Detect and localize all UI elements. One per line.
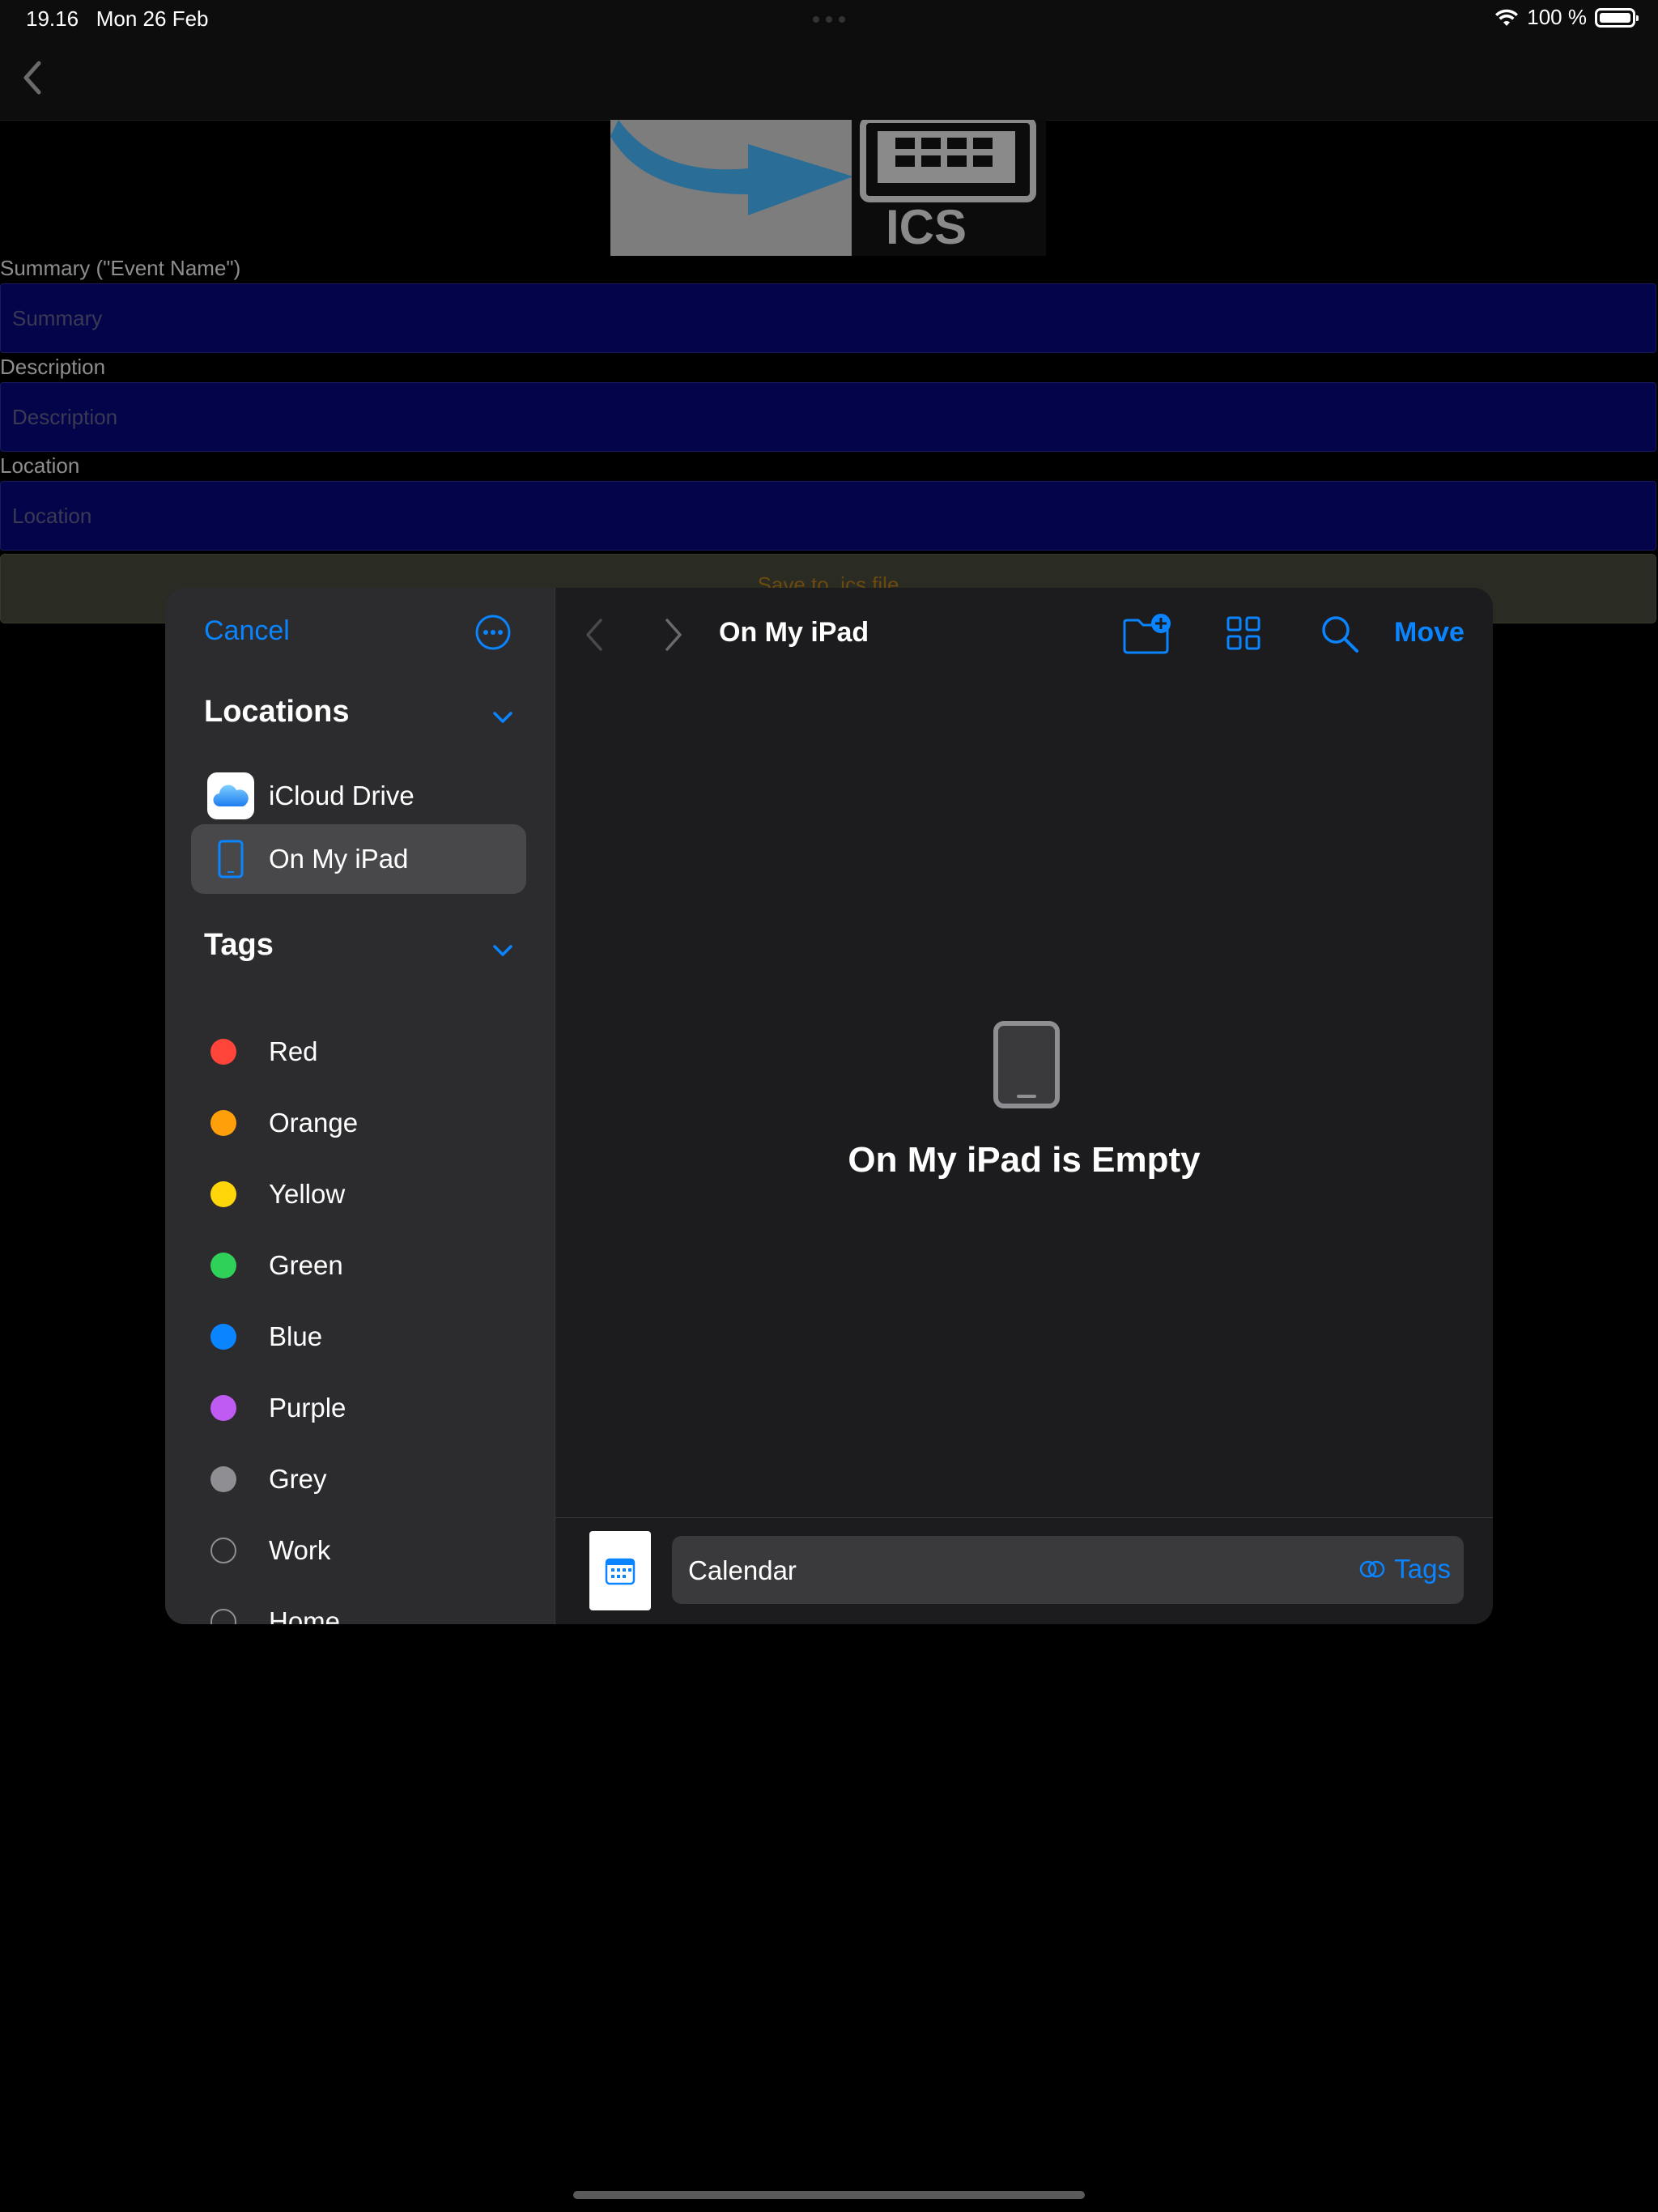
tag-color-dot-icon bbox=[210, 1181, 236, 1207]
browse-back-icon[interactable] bbox=[585, 617, 604, 653]
description-label: Description bbox=[0, 355, 106, 379]
tag-color-dot-icon bbox=[210, 1609, 236, 1624]
add-tags-button[interactable]: Tags bbox=[1358, 1554, 1451, 1585]
locations-header[interactable]: Locations bbox=[204, 695, 349, 730]
move-button[interactable]: Move bbox=[1394, 617, 1465, 649]
tag-color-dot-icon bbox=[210, 1324, 236, 1350]
location-label: Location bbox=[0, 453, 80, 478]
tag-color-dot-icon bbox=[210, 1253, 236, 1278]
status-indicators: 100 % bbox=[1494, 5, 1639, 30]
location-input[interactable]: Location bbox=[0, 481, 1656, 551]
icloud-drive-icon bbox=[207, 772, 254, 819]
tag-item-home[interactable]: Home bbox=[191, 1587, 526, 1624]
tag-item-blue[interactable]: Blue bbox=[191, 1302, 526, 1372]
tags-chevron-down-icon[interactable] bbox=[491, 942, 515, 959]
more-options-icon[interactable] bbox=[474, 614, 512, 651]
tag-label: Yellow bbox=[269, 1179, 346, 1209]
tag-color-dot-icon bbox=[210, 1538, 236, 1563]
clock-time: 19.16 bbox=[26, 6, 79, 31]
cancel-button[interactable]: Cancel bbox=[204, 615, 290, 647]
tags-header[interactable]: Tags bbox=[204, 928, 274, 963]
summary-label: Summary ("Event Name") bbox=[0, 256, 241, 280]
tag-item-grey[interactable]: Grey bbox=[191, 1444, 526, 1514]
locations-chevron-down-icon[interactable] bbox=[491, 709, 515, 725]
tag-color-dot-icon bbox=[210, 1466, 236, 1492]
search-icon[interactable] bbox=[1320, 614, 1360, 654]
header-image: ICS bbox=[610, 120, 1046, 256]
wifi-icon bbox=[1495, 9, 1519, 26]
file-picker-modal: Cancel Locations iCloud Drive On My iPad… bbox=[165, 588, 1493, 1624]
location-label: On My iPad bbox=[269, 844, 409, 874]
tag-item-green[interactable]: Green bbox=[191, 1231, 526, 1300]
tags-button-label: Tags bbox=[1394, 1554, 1451, 1584]
location-on-my-ipad[interactable]: On My iPad bbox=[191, 824, 526, 894]
tag-item-orange[interactable]: Orange bbox=[191, 1088, 526, 1158]
tag-color-dot-icon bbox=[210, 1039, 236, 1065]
location-placeholder: Location bbox=[12, 503, 92, 528]
tag-item-work[interactable]: Work bbox=[191, 1516, 526, 1585]
tag-item-red[interactable]: Red bbox=[191, 1017, 526, 1087]
tag-label: Blue bbox=[269, 1321, 323, 1351]
empty-folder-message: On My iPad is Empty bbox=[848, 1140, 1201, 1180]
back-chevron-icon[interactable] bbox=[15, 53, 50, 102]
status-time: 19.16 Mon 26 Feb bbox=[26, 6, 209, 32]
pane-title: On My iPad bbox=[719, 617, 869, 648]
tag-label: Orange bbox=[269, 1108, 359, 1138]
ipad-icon bbox=[218, 840, 244, 878]
ipad-empty-icon bbox=[993, 1021, 1060, 1108]
multitasking-dots-icon[interactable] bbox=[813, 16, 845, 23]
location-label: iCloud Drive bbox=[269, 781, 414, 810]
filename-value: Calendar bbox=[688, 1555, 797, 1585]
grid-view-icon[interactable] bbox=[1226, 615, 1261, 651]
tag-item-yellow[interactable]: Yellow bbox=[191, 1159, 526, 1229]
tag-label: Green bbox=[269, 1250, 343, 1280]
browse-forward-icon[interactable] bbox=[664, 617, 683, 653]
battery-icon bbox=[1595, 7, 1639, 28]
description-input[interactable]: Description bbox=[0, 382, 1656, 452]
save-bottom-bar: Calendar Tags bbox=[555, 1517, 1493, 1624]
tag-label: Work bbox=[269, 1535, 331, 1565]
battery-percent: 100 % bbox=[1527, 5, 1587, 29]
picker-sidebar: Cancel Locations iCloud Drive On My iPad… bbox=[165, 588, 555, 1624]
calendar-file-icon bbox=[605, 1558, 636, 1585]
new-folder-icon[interactable] bbox=[1122, 612, 1172, 656]
tag-color-dot-icon bbox=[210, 1395, 236, 1421]
tag-label: Purple bbox=[269, 1393, 346, 1423]
tag-label: Red bbox=[269, 1036, 318, 1066]
tag-label: Home bbox=[269, 1606, 341, 1624]
tag-label: Grey bbox=[269, 1464, 327, 1494]
tags-icon bbox=[1360, 1560, 1385, 1578]
file-thumbnail bbox=[589, 1531, 651, 1610]
picker-main-pane: On My iPad Move On My iPad is Empty Cale… bbox=[555, 588, 1493, 1624]
description-placeholder: Description bbox=[12, 404, 118, 429]
summary-placeholder: Summary bbox=[12, 305, 103, 330]
home-indicator[interactable] bbox=[573, 2191, 1085, 2199]
export-arrow-icon bbox=[610, 120, 1046, 256]
summary-input[interactable]: Summary bbox=[0, 283, 1656, 353]
filename-input[interactable]: Calendar Tags bbox=[672, 1536, 1464, 1604]
tag-color-dot-icon bbox=[210, 1110, 236, 1136]
clock-date: Mon 26 Feb bbox=[96, 6, 209, 31]
tag-item-purple[interactable]: Purple bbox=[191, 1373, 526, 1443]
ics-logo-text: ICS bbox=[886, 200, 967, 254]
location-icloud-drive[interactable]: iCloud Drive bbox=[191, 761, 526, 831]
